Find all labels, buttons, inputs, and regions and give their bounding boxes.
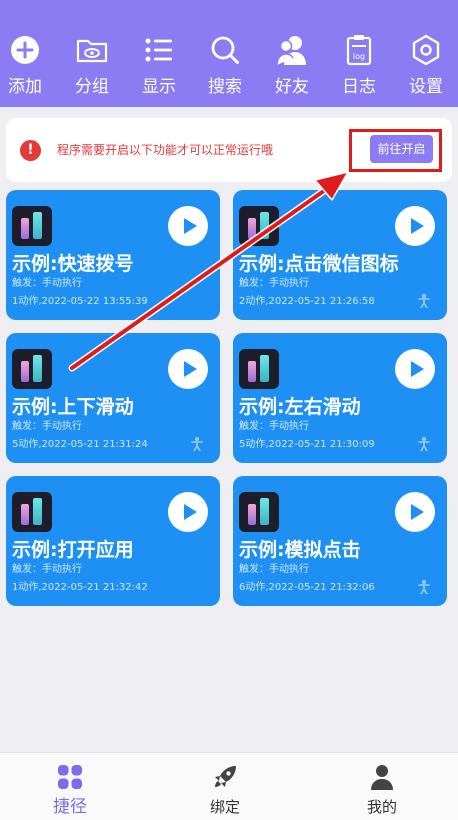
friends-icon — [275, 32, 309, 68]
card-trigger: 触发：手动执行 — [12, 421, 82, 432]
card-title: 示例:快速拨号 — [12, 253, 134, 275]
card-meta: 1动作,2022-05-21 21:32:42 — [12, 582, 148, 593]
play-icon[interactable] — [168, 206, 208, 246]
play-icon[interactable] — [395, 206, 435, 246]
card-trigger: 触发：手动执行 — [12, 564, 82, 575]
settings-button[interactable]: 设置 — [393, 32, 458, 104]
app-logo-icon — [239, 349, 279, 389]
card-title: 示例:打开应用 — [12, 539, 134, 561]
group-button[interactable]: 分组 — [59, 32, 125, 104]
shortcut-card[interactable]: 示例:点击微信图标 触发：手动执行 2动作,2022-05-21 21:26:5… — [233, 190, 447, 320]
rocket-icon — [211, 763, 239, 791]
play-icon[interactable] — [395, 349, 435, 389]
user-icon — [368, 763, 396, 791]
nav-bind-label: 绑定 — [209, 798, 240, 816]
shortcut-card[interactable]: 示例:上下滑动 触发：手动执行 5动作,2022-05-21 21:31:24 — [6, 333, 220, 463]
nav-mine-label: 我的 — [366, 798, 397, 816]
shortcut-card[interactable]: 示例:快速拨号 触发：手动执行 1动作,2022-05-22 13:55:39 — [6, 190, 220, 320]
card-title: 示例:模拟点击 — [239, 539, 361, 561]
notice-message: 程序需要开启以下功能才可以正常运行哦 — [57, 143, 274, 157]
nav-shortcuts[interactable]: 捷径 — [20, 763, 120, 819]
card-trigger: 触发：手动执行 — [239, 278, 309, 289]
card-title: 示例:上下滑动 — [12, 396, 134, 418]
person-icon — [191, 437, 203, 451]
shortcut-card[interactable]: 示例:左右滑动 触发：手动执行 5动作,2022-05-21 21:30:09 — [233, 333, 447, 463]
friends-button[interactable]: 好友 — [259, 32, 325, 104]
display-button[interactable]: 显示 — [126, 32, 192, 104]
add-label: 添加 — [8, 77, 42, 97]
card-trigger: 触发：手动执行 — [12, 278, 82, 289]
shortcut-grid-icon — [56, 763, 84, 791]
shortcut-card[interactable]: 示例:模拟点击 触发：手动执行 6动作,2022-05-21 21:32:06 — [233, 476, 447, 606]
card-meta: 2动作,2022-05-21 21:26:58 — [239, 296, 375, 307]
add-button[interactable]: 添加 — [0, 32, 58, 104]
app-logo-icon — [239, 492, 279, 532]
app-logo-icon — [12, 349, 52, 389]
folder-eye-icon — [75, 32, 109, 68]
add-circle-icon — [8, 32, 42, 68]
search-icon — [208, 32, 242, 68]
nav-mine[interactable]: 我的 — [332, 763, 432, 819]
search-button[interactable]: 搜索 — [192, 32, 258, 104]
friends-label: 好友 — [275, 77, 309, 97]
card-title: 示例:点击微信图标 — [239, 253, 399, 275]
app-logo-icon — [239, 206, 279, 246]
warning-icon: ! — [20, 140, 41, 161]
top-toolbar: 添加 分组 显示 搜索 好友 log 日志 设置 — [0, 0, 458, 107]
play-icon[interactable] — [168, 349, 208, 389]
group-label: 分组 — [75, 77, 109, 97]
card-trigger: 触发：手动执行 — [239, 564, 309, 575]
person-icon — [418, 580, 430, 594]
log-label: 日志 — [342, 77, 376, 97]
play-icon[interactable] — [168, 492, 208, 532]
shortcut-card[interactable]: 示例:打开应用 触发：手动执行 1动作,2022-05-21 21:32:42 — [6, 476, 220, 606]
list-icon — [142, 32, 176, 68]
card-title: 示例:左右滑动 — [239, 396, 361, 418]
settings-label: 设置 — [409, 77, 443, 97]
card-meta: 5动作,2022-05-21 21:30:09 — [239, 439, 375, 450]
card-trigger: 触发：手动执行 — [239, 421, 309, 432]
settings-icon — [409, 32, 443, 68]
search-label: 搜索 — [208, 77, 242, 97]
person-icon — [418, 294, 430, 308]
svg-text:log: log — [353, 52, 365, 61]
app-logo-icon — [12, 492, 52, 532]
bottom-navigation: 捷径 绑定 我的 — [0, 752, 458, 820]
card-meta: 5动作,2022-05-21 21:31:24 — [12, 439, 148, 450]
enable-now-button[interactable]: 前往开启 — [370, 135, 433, 163]
card-meta: 6动作,2022-05-21 21:32:06 — [239, 582, 375, 593]
play-icon[interactable] — [395, 492, 435, 532]
person-icon — [418, 437, 430, 451]
permission-notice: ! 程序需要开启以下功能才可以正常运行哦 前往开启 — [6, 118, 452, 182]
nav-shortcuts-label: 捷径 — [53, 797, 87, 817]
display-label: 显示 — [142, 77, 176, 97]
card-meta: 1动作,2022-05-22 13:55:39 — [12, 296, 148, 307]
log-icon: log — [342, 32, 376, 68]
app-logo-icon — [12, 206, 52, 246]
nav-bind[interactable]: 绑定 — [175, 763, 275, 819]
log-button[interactable]: log 日志 — [326, 32, 392, 104]
